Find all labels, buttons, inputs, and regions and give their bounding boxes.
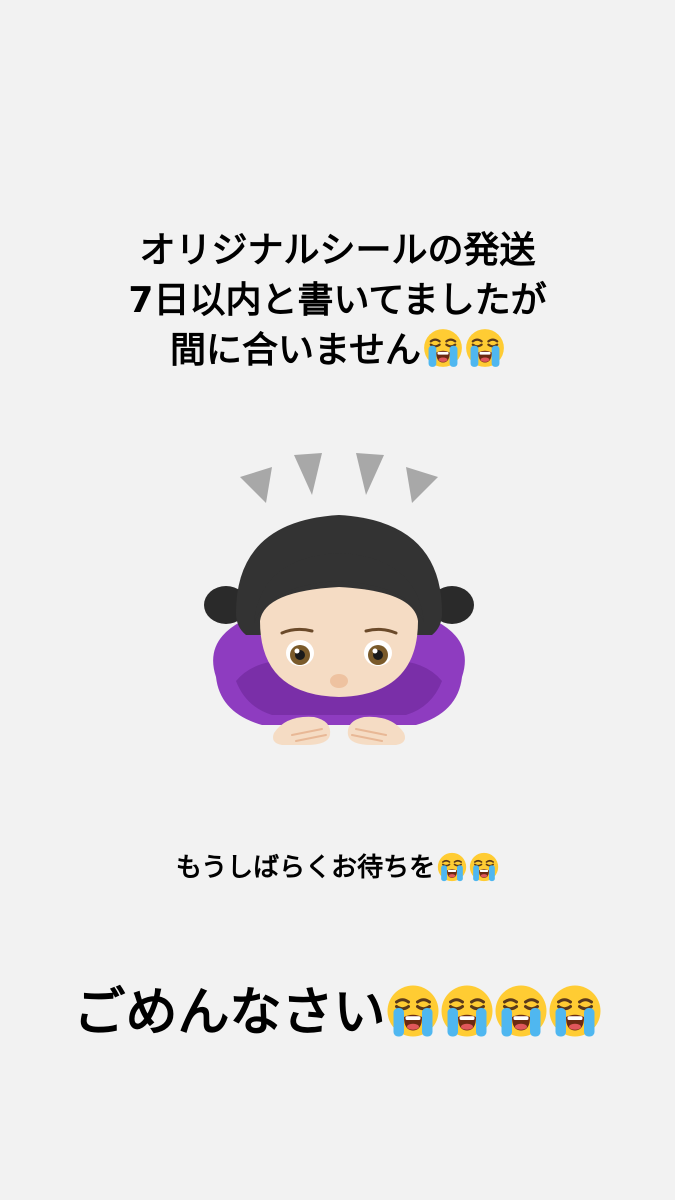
loudly-crying-face-icon <box>437 852 467 882</box>
headline-line-3: 間に合いません <box>0 326 675 376</box>
headline-line-1: オリジナルシールの発送 <box>139 230 536 271</box>
loudly-crying-face-icon <box>494 984 548 1038</box>
loudly-crying-face-icon <box>386 984 440 1038</box>
loudly-crying-face-icon <box>423 328 463 368</box>
headline-line-2: 7日以内と書いてましたが <box>128 280 547 321</box>
subtext-label: もうしばらくお待ちを <box>175 853 436 883</box>
loudly-crying-face-icon <box>548 984 602 1038</box>
loudly-crying-face-icon <box>469 852 499 882</box>
headline: オリジナルシールの発送 7日以内と書いてましたが 間に合いません <box>0 226 675 376</box>
loudly-crying-face-icon <box>465 328 505 368</box>
loudly-crying-face-icon <box>440 984 494 1038</box>
apology-label: ごめんなさい <box>73 983 386 1043</box>
woman-bowing-icon <box>204 453 474 745</box>
apology: ごめんなさい <box>0 980 675 1046</box>
subtext: もうしばらくお待ちを <box>0 848 675 888</box>
headline-line-3-text: 間に合いません <box>170 330 421 371</box>
